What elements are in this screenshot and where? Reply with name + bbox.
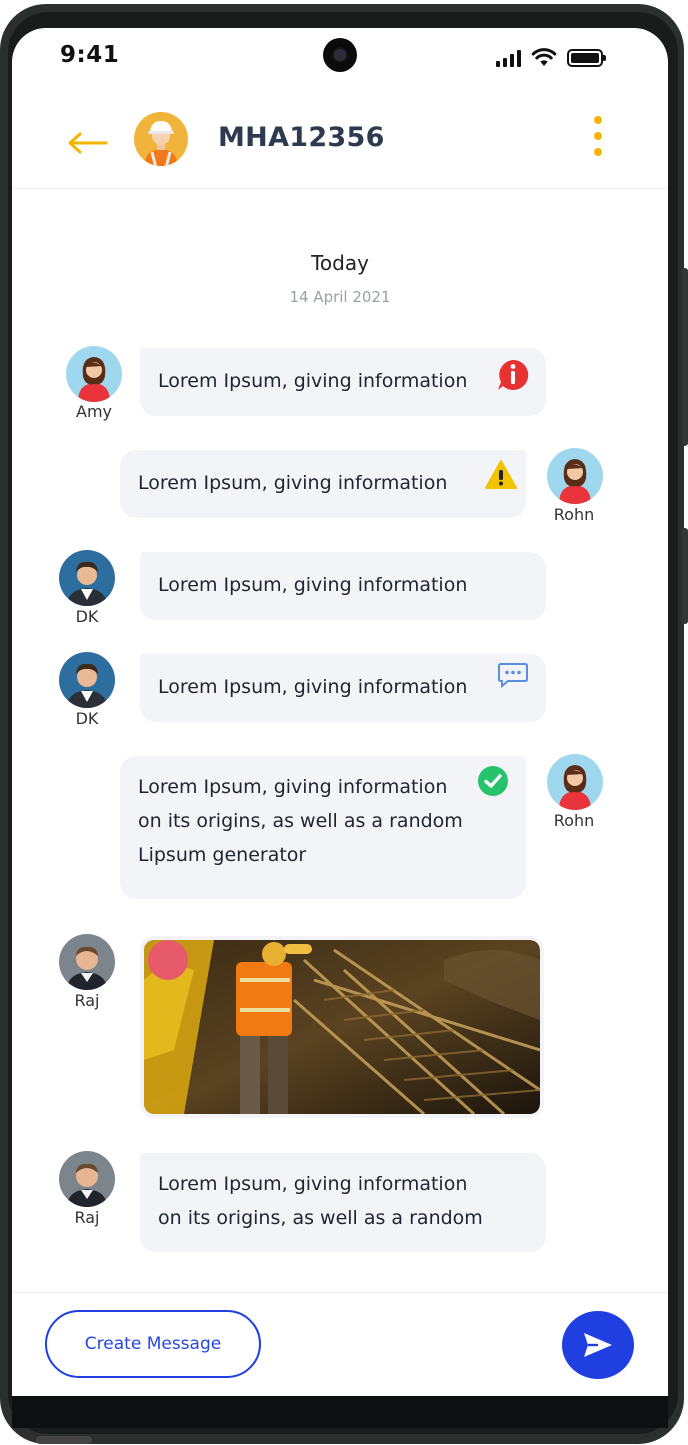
send-icon (584, 1333, 612, 1357)
back-arrow-icon[interactable] (64, 128, 110, 158)
message-bubble[interactable]: Lorem Ipsum, giving information on its o… (140, 1153, 546, 1252)
more-options-icon[interactable] (590, 116, 606, 156)
date-label: Today (311, 251, 369, 275)
sender-name: Raj (74, 1208, 100, 1227)
worker-avatar (134, 112, 188, 166)
message-line: on its origins, as well as a random (138, 810, 463, 832)
avatar-dk (59, 550, 115, 606)
avatar-rohn (547, 448, 603, 504)
chat-title: MHA12356 (218, 122, 385, 153)
message-bubble[interactable]: Lorem Ipsum, giving information (140, 654, 546, 722)
power-button (682, 528, 688, 624)
message-line: Lorem Ipsum, giving information (138, 472, 448, 494)
screen: 9:41 MHA12356 Today 14 April 2021 Amy Lo… (12, 28, 668, 1396)
avatar-dk (59, 652, 115, 708)
sender-name: DK (75, 709, 99, 728)
sender-name: DK (75, 607, 99, 626)
avatar-amy (66, 346, 122, 402)
sender-name: Rohn (553, 811, 595, 830)
message-line: Lorem Ipsum, giving information (158, 676, 468, 698)
front-camera (323, 38, 357, 72)
avatar-raj (59, 934, 115, 990)
status-icons (496, 45, 606, 67)
chat-header: MHA12356 (12, 98, 668, 189)
chat-bubble-icon (498, 663, 528, 689)
create-message-button[interactable]: Create Message (45, 1310, 261, 1378)
status-time: 9:41 (60, 42, 120, 68)
volume-button (682, 268, 688, 446)
sender-name: Rohn (553, 505, 595, 524)
phone-nub (36, 1436, 92, 1444)
message-line: Lipsum generator (138, 844, 307, 866)
message-line: Lorem Ipsum, giving information (138, 776, 448, 798)
image-message[interactable] (140, 936, 544, 1118)
info-icon (498, 359, 529, 390)
message-bubble[interactable]: Lorem Ipsum, giving information (140, 552, 546, 620)
message-line: Lorem Ipsum, giving information (158, 1173, 468, 1195)
signal-icon (496, 49, 521, 67)
date-text: 14 April 2021 (289, 288, 391, 306)
sender-name: Amy (76, 402, 112, 421)
avatar-rohn (547, 754, 603, 810)
check-circle-icon (478, 766, 508, 796)
message-line: Lorem Ipsum, giving information (158, 370, 468, 392)
home-indicator-area (12, 1396, 668, 1428)
wifi-icon (531, 48, 557, 66)
footer-bar: Create Message (12, 1292, 668, 1396)
message-bubble[interactable]: Lorem Ipsum, giving information (120, 450, 526, 518)
avatar-raj (59, 1151, 115, 1207)
message-line: Lorem Ipsum, giving information (158, 574, 468, 596)
message-bubble[interactable]: Lorem Ipsum, giving information (140, 348, 546, 416)
send-button[interactable] (562, 1311, 634, 1379)
warning-icon (485, 460, 517, 489)
message-line: on its origins, as well as a random (158, 1207, 483, 1229)
message-bubble[interactable]: Lorem Ipsum, giving information on its o… (120, 756, 526, 899)
sender-name: Raj (74, 991, 100, 1010)
battery-icon (567, 49, 606, 67)
construction-site-photo (144, 940, 540, 1114)
